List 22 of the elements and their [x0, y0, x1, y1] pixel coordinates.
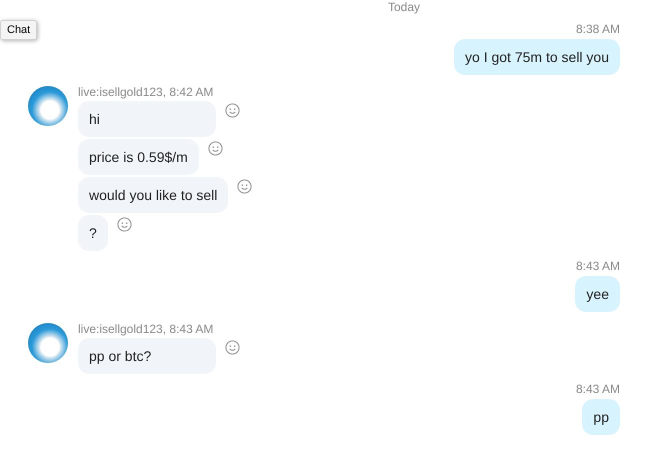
message-bubble: pp — [582, 399, 620, 435]
smiley-icon[interactable] — [225, 103, 240, 118]
message-bubble: hi — [78, 101, 216, 137]
smiley-icon[interactable] — [116, 217, 132, 232]
message-bubble: pp or btc? — [78, 338, 216, 374]
message-time: 8:43 AM — [576, 382, 620, 396]
date-divider: Today — [388, 0, 420, 14]
chat-button[interactable]: Chat — [0, 20, 38, 40]
sender-name: live:isellgold123, 8:42 AM — [78, 85, 214, 99]
smiley-icon[interactable] — [237, 179, 252, 194]
message-bubble: price is 0.59$/m — [78, 139, 199, 175]
message-bubble: yo I got 75m to sell you — [454, 39, 620, 75]
message-time: 8:43 AM — [576, 259, 620, 273]
sender-name: live:isellgold123, 8:43 AM — [78, 322, 214, 336]
avatar-picture — [28, 323, 68, 363]
message-bubble: would you like to sell — [78, 177, 228, 213]
message-bubble: ? — [78, 215, 108, 251]
message-bubble: yee — [575, 276, 620, 312]
smiley-icon[interactable] — [225, 340, 240, 355]
avatar-picture — [28, 86, 68, 126]
message-time: 8:38 AM — [576, 22, 620, 36]
smiley-icon[interactable] — [208, 141, 223, 156]
